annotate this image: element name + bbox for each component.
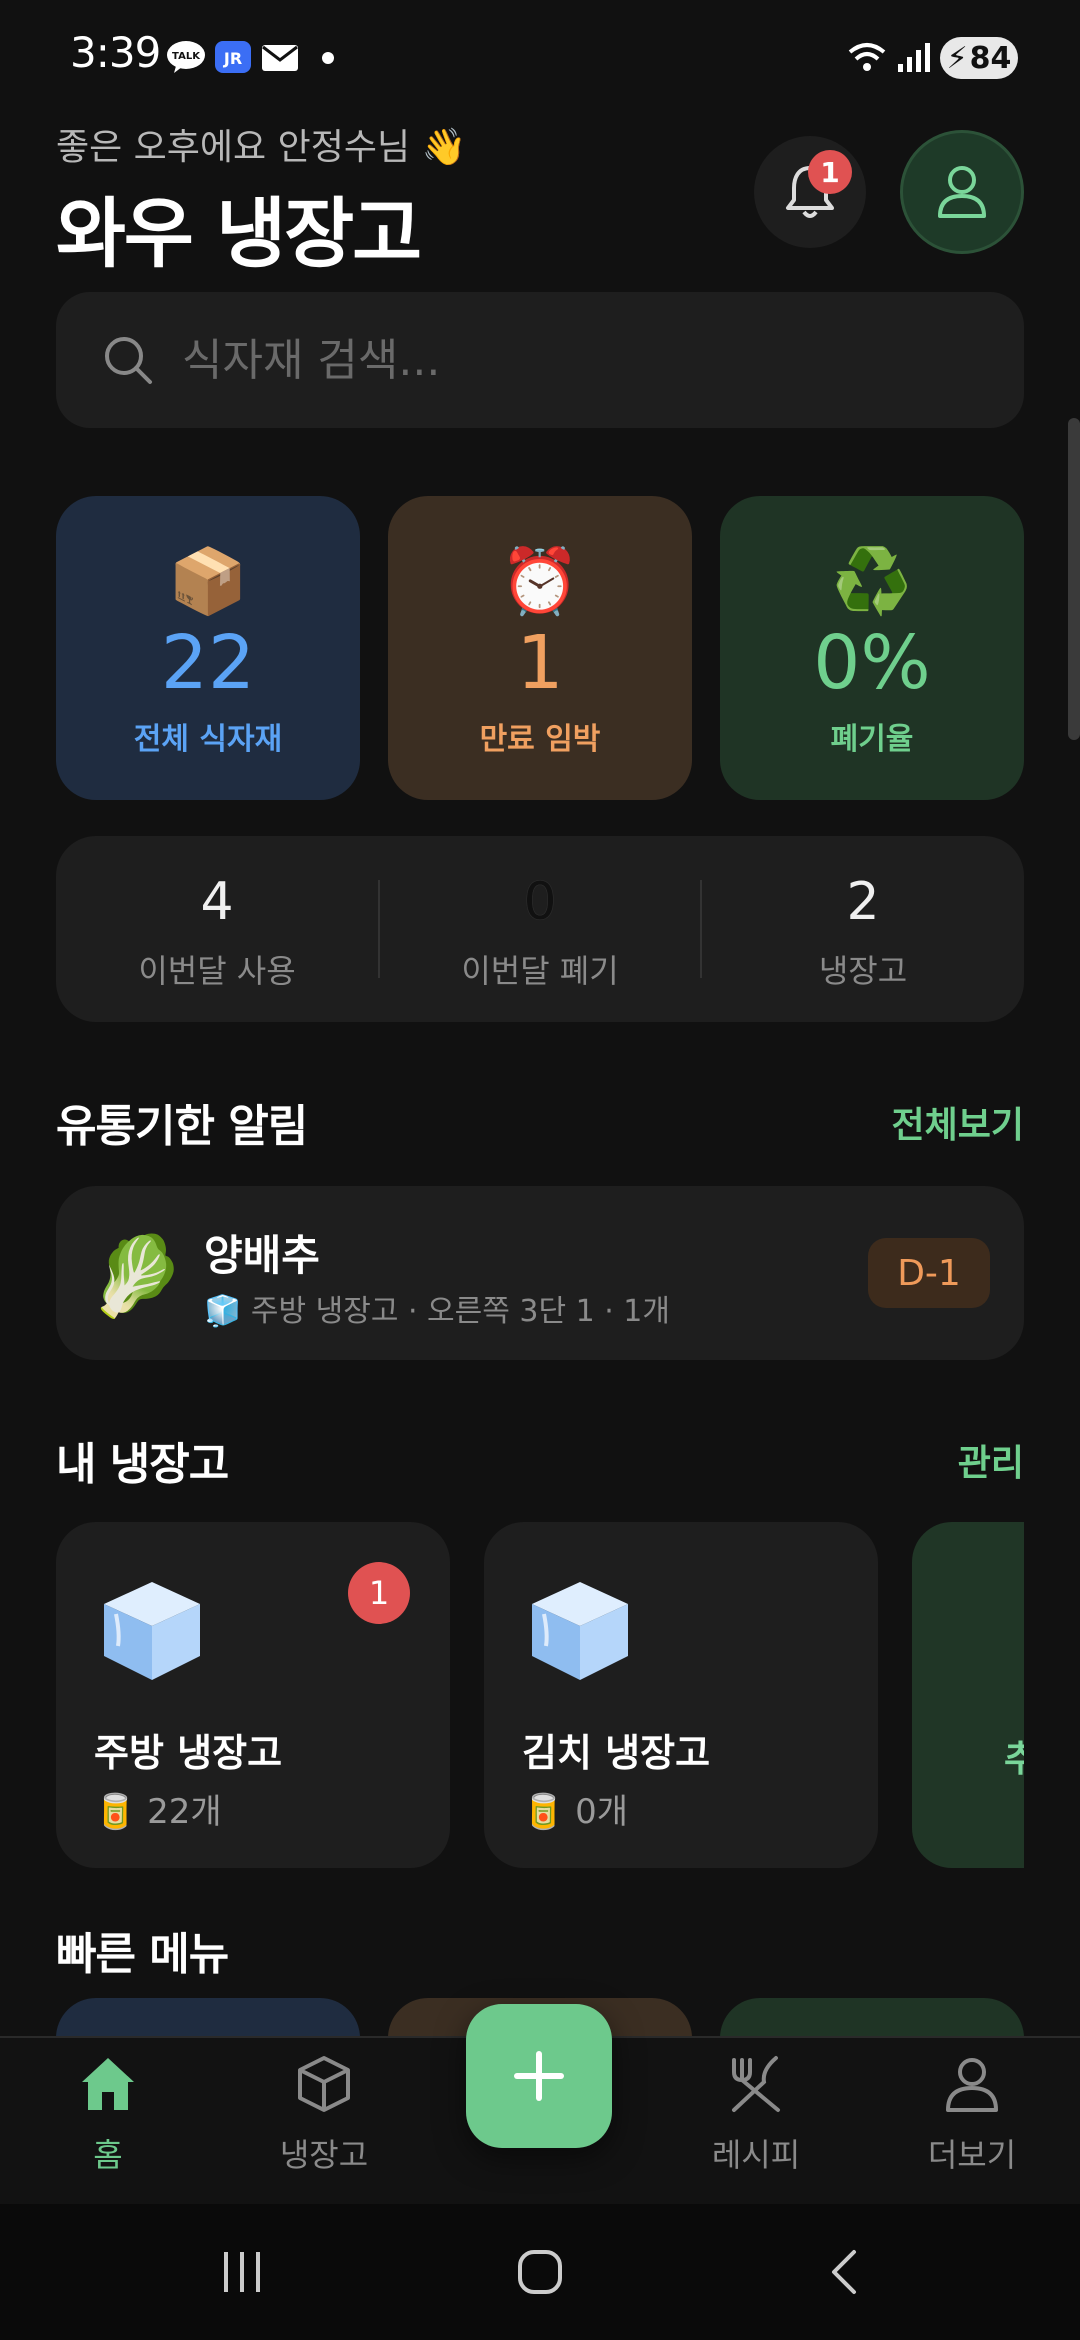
summary-fridges-label: 냉장고 [818,952,908,990]
svg-text:JR: JR [223,49,242,68]
add-item-button[interactable] [466,2004,612,2148]
expiry-item-meta: 주방 냉장고 · 오른쪽 3단 1 · 1개 [250,1294,670,1329]
jr-icon: JR [215,41,251,73]
mail-icon [262,45,298,71]
battery-level: 84 [969,40,1012,76]
fridges-section-title: 내 냉장고 [56,1439,229,1490]
lettuce-icon: 🥬 [88,1232,186,1322]
nav-fridge-label: 냉장고 [279,2136,369,2174]
fridge-alert-badge: 1 [348,1562,410,1624]
recent-apps-icon[interactable] [218,2248,266,2296]
profile-button[interactable] [900,130,1024,254]
dot-icon [322,52,334,64]
notification-badge: 1 [808,150,852,194]
home-button-icon[interactable] [516,2248,564,2296]
greeting-text: 좋은 오후에요 안정수님 👋 [56,127,467,168]
battery-indicator: ⚡ 84 [940,37,1018,79]
user-icon [938,166,986,218]
recycle-icon: ♻️ [832,545,912,619]
nav-recipe[interactable]: 레시피 [656,2038,856,2206]
summary-fridges: 2 냉장고 [702,836,1024,1022]
back-icon[interactable] [822,2248,870,2296]
summary-used-value: 4 [200,872,234,932]
status-time: 3:39 [70,28,161,77]
home-icon [82,2058,134,2110]
page-title: 와우 냉장고 [56,189,422,278]
stat-expiring-value: 1 [516,620,564,706]
wifi-icon [848,43,886,71]
system-navigation-bar [0,2204,1080,2340]
search-icon [105,337,152,384]
talk-icon: TALK [167,41,205,73]
summary-used: 4 이번달 사용 [56,836,378,1022]
dday-badge: D-1 [868,1238,990,1308]
notifications-button[interactable] [754,136,866,248]
add-fridge-card[interactable]: 추 [912,1522,1024,1868]
search-bar[interactable] [56,292,1024,428]
fridge-count-value: 22개 [147,1792,222,1832]
fridge-name: 주방 냉장고 [94,1731,283,1775]
ice-cube-icon [104,1582,200,1680]
cube-icon [298,2056,350,2112]
stat-total-value: 22 [160,620,256,706]
user-icon [946,2058,998,2112]
nav-more-label: 더보기 [927,2136,1017,2174]
stat-total-label: 전체 식자재 [133,722,283,757]
expiry-item-name: 양배추 [204,1231,320,1280]
signal-icon [898,43,930,72]
charging-icon: ⚡ [946,40,968,76]
summary-discarded-value: 0 [523,872,557,932]
summary-discarded-label: 이번달 폐기 [461,952,619,990]
manage-link[interactable]: 관리 [958,1434,1024,1486]
can-icon: 🥫 [522,1792,565,1832]
ice-cube-icon: 🧊 [204,1294,242,1329]
stat-card-waste[interactable]: ♻️ 0% 폐기율 [720,496,1024,800]
fridge-count-value: 0개 [575,1792,629,1832]
nav-home-label: 홈 [93,2136,123,2174]
fridge-card-kitchen[interactable]: 1 주방 냉장고 🥫 22개 [56,1522,450,1868]
box-icon: 📦 [168,545,248,619]
fridge-count: 🥫 22개 [94,1784,222,1833]
summary-fridges-value: 2 [846,872,880,932]
nav-fridge[interactable]: 냉장고 [224,2038,424,2206]
stat-waste-value: 0% [813,620,931,706]
stat-expiring-label: 만료 임박 [479,722,601,757]
summary-discarded: 0 이번달 폐기 [379,836,701,1022]
stat-waste-label: 폐기율 [830,722,914,757]
svg-text:TALK: TALK [172,51,201,62]
expiry-item-location: 🧊 주방 냉장고 · 오른쪽 3단 1 · 1개 [204,1286,670,1330]
plus-icon [514,2051,564,2101]
nav-more[interactable]: 더보기 [872,2038,1072,2206]
stat-card-total[interactable]: 📦 22 전체 식자재 [56,496,360,800]
can-icon: 🥫 [94,1792,137,1832]
expiry-section-title: 유통기한 알림 [56,1101,308,1152]
quick-menu-title: 빠른 메뉴 [56,1929,229,1980]
fridge-card-kimchi[interactable]: 김치 냉장고 🥫 0개 [484,1522,878,1868]
summary-used-label: 이번달 사용 [138,952,296,990]
fridge-name: 김치 냉장고 [522,1731,711,1775]
scrollbar[interactable] [1068,418,1080,740]
utensils-icon [732,2056,780,2112]
view-all-link[interactable]: 전체보기 [892,1096,1024,1148]
alarm-clock-icon: ⏰ [500,545,580,619]
fridge-count: 🥫 0개 [522,1784,628,1833]
nav-recipe-label: 레시피 [711,2136,801,2174]
ice-cube-icon [532,1582,628,1680]
stat-card-expiring[interactable]: ⏰ 1 만료 임박 [388,496,692,800]
add-fridge-label: 추 [1004,1739,1024,1780]
nav-home[interactable]: 홈 [8,2038,208,2206]
search-input[interactable] [180,333,984,387]
monthly-summary: 4 이번달 사용 0 이번달 폐기 2 냉장고 [56,836,1024,1022]
